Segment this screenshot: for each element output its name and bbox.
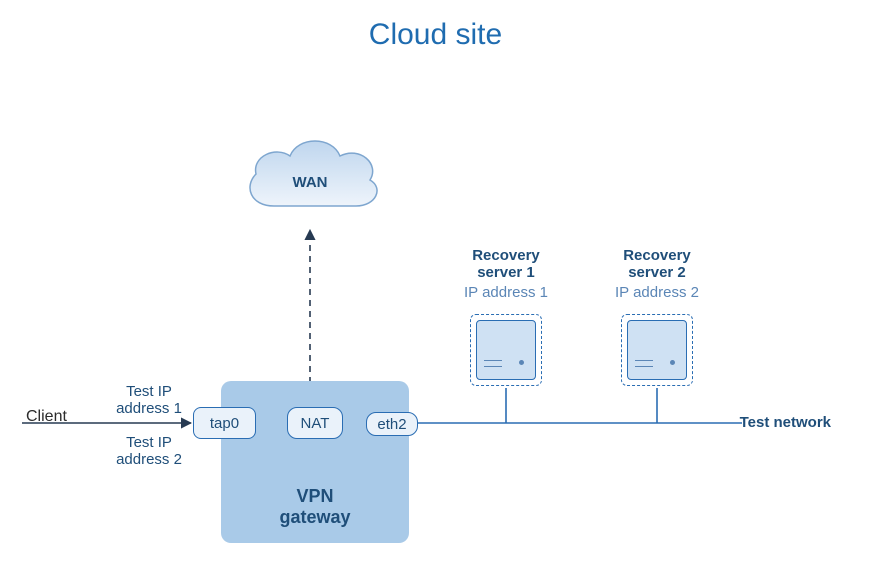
- vpn-gateway-label: VPN gateway: [221, 486, 409, 529]
- interface-tap0: tap0: [193, 407, 256, 439]
- test-ip-1-label: Test IPaddress 1: [109, 384, 189, 417]
- wan-cloud: WAN: [236, 128, 384, 223]
- recovery-server-1-label: Recoveryserver 1 IP address 1: [446, 247, 566, 301]
- test-ip-2-label: Test IPaddress 2: [109, 435, 189, 468]
- nat-node: NAT: [287, 407, 343, 439]
- connectors: [0, 0, 871, 579]
- client-label: Client: [26, 408, 67, 426]
- vpn-gateway: VPN gateway: [221, 381, 409, 543]
- wan-label: WAN: [236, 174, 384, 191]
- recovery-server-2-icon: [621, 314, 693, 386]
- recovery-server-1-icon: [470, 314, 542, 386]
- test-network-label: Test network: [740, 414, 831, 431]
- recovery-server-2-label: Recoveryserver 2 IP address 2: [597, 247, 717, 301]
- page-title: Cloud site: [0, 18, 871, 52]
- interface-eth2: eth2: [366, 412, 418, 436]
